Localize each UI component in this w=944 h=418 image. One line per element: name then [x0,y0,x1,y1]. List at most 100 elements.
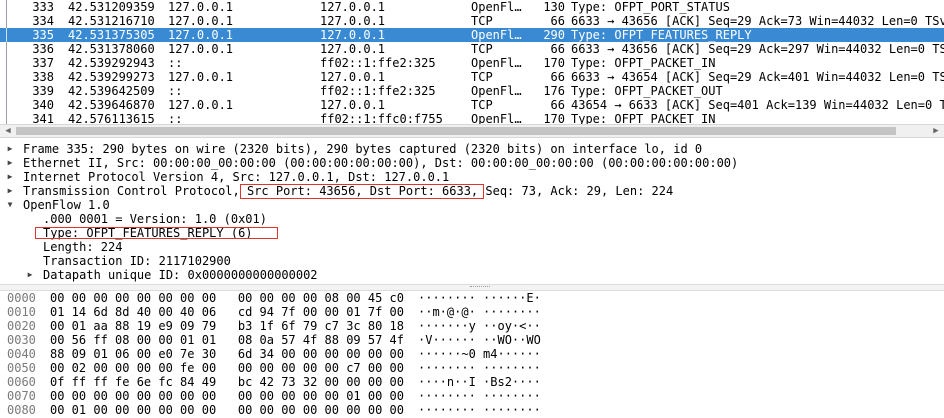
byte-offset: 0060 [7,375,36,389]
byte-ascii: ······~0 m4······ [418,347,541,361]
detail-ethernet[interactable]: ▶ Ethernet II, Src: 00:00:00_00:00:00 (0… [0,156,944,170]
detail-xid-label: Transaction ID: 2117102900 [43,254,231,268]
byte-row[interactable]: 0040 88 09 01 06 00 e0 7e 30 6d 34 00 00 … [0,347,944,361]
packet-info: Type: OFPT_PACKET_IN [571,112,716,124]
byte-hex: 00 56 ff 08 00 00 01 01 08 0a 57 4f 88 0… [50,333,405,347]
packet-no: 339 [32,84,54,98]
detail-openflow[interactable]: ▼ OpenFlow 1.0 [0,198,944,212]
detail-type[interactable]: Type: OFPT_FEATURES_REPLY (6) [0,226,944,240]
packet-source: :: [168,112,183,124]
byte-offset: 0080 [7,403,36,417]
packet-protocol: TCP [471,42,493,56]
packet-row[interactable]: 341 42.576113615:: ff02::1:ffc0:f755 OpenFl… [0,112,944,124]
packet-time: 42.531375305 [68,28,155,42]
packet-length: 66 [550,42,565,56]
packet-row[interactable]: 334 42.531216710 127.0.0.1 127.0.0.1 TCP 66 66… [0,14,944,28]
packet-details-pane[interactable]: ▶ Frame 335: 290 bytes on wire (2320 bit… [0,142,944,284]
row-indicator-line [6,0,7,14]
detail-frame[interactable]: ▶ Frame 335: 290 bytes on wire (2320 bit… [0,142,944,156]
expand-arrow-icon[interactable]: ▶ [5,142,15,156]
scroll-left-arrow-icon[interactable]: ◀ [1,125,15,137]
packet-source: 127.0.0.1 [168,98,234,112]
packet-row[interactable]: 336 42.531378060 127.0.0.1 127.0.0.1 TCP 66 66… [0,42,944,56]
row-indicator-line [6,98,7,112]
packet-source: 127.0.0.1 [168,0,234,14]
packet-time: 42.539292943 [68,56,155,70]
detail-length[interactable]: Length: 224 [0,240,944,254]
expand-arrow-icon[interactable]: ▶ [5,156,15,170]
expand-arrow-icon[interactable]: ▶ [25,268,35,282]
packet-row[interactable]: 340 42.539646870 127.0.0.1 127.0.0.1 TCP 66 43… [0,98,944,112]
packet-source: 127.0.0.1 [168,70,234,84]
packet-protocol: OpenFl… [471,0,522,14]
byte-offset: 0010 [7,305,36,319]
packet-row[interactable]: 333 42.531209359 127.0.0.1 127.0.0.1 OpenFl…… [0,0,944,14]
detail-datapath[interactable]: ▶ Datapath unique ID: 0x0000000000000002 [0,268,944,282]
byte-row[interactable]: 0000 00 00 00 00 00 00 00 00 00 00 00 00 … [0,291,944,305]
row-indicator-line [6,14,7,28]
collapse-arrow-icon[interactable]: ▼ [5,198,15,212]
packet-length: 66 [550,14,565,28]
packet-destination: ff02::1:ffc0:f755 [320,112,443,124]
row-indicator-line [6,42,7,56]
expand-arrow-icon[interactable]: ▶ [5,170,15,184]
byte-row[interactable]: 0060 0f ff ff fe 6e fc 84 49 bc 42 73 32 … [0,375,944,389]
packet-length: 66 [550,70,565,84]
row-indicator-line [6,84,7,98]
detail-ip[interactable]: ▶ Internet Protocol Version 4, Src: 127.… [0,170,944,184]
scroll-right-arrow-icon[interactable]: ▶ [929,125,943,137]
byte-ascii: ·V······ ··WO··WO [418,333,541,347]
packet-row[interactable]: 338 42.539299273 127.0.0.1 127.0.0.1 TCP 66 66… [0,70,944,84]
byte-offset: 0020 [7,319,36,333]
byte-row[interactable]: 0050 00 02 00 00 00 00 fe 00 00 00 00 00 … [0,361,944,375]
byte-row[interactable]: 0070 00 00 00 00 00 00 00 00 00 00 00 00 … [0,389,944,403]
packet-no: 333 [32,0,54,14]
byte-row[interactable]: 0010 01 14 6d 8d 40 00 40 06 cd 94 7f 00 … [0,305,944,319]
packet-bytes-pane[interactable]: 0000 00 00 00 00 00 00 00 00 00 00 00 00 … [0,291,944,418]
byte-row[interactable]: 0030 00 56 ff 08 00 00 01 01 08 0a 57 4f … [0,333,944,347]
packet-list[interactable]: 333 42.531209359 127.0.0.1 127.0.0.1 OpenFl…… [0,0,944,124]
byte-offset: 0070 [7,389,36,403]
packet-protocol: OpenFl… [471,84,522,98]
packet-list-hscrollbar[interactable]: ◀ ▶ [0,124,944,138]
packet-info: 6633 → 43656 [ACK] Seq=29 Ack=297 Win=44… [571,42,944,56]
packet-row[interactable]: 335 42.531375305 127.0.0.1 127.0.0.1 OpenFl…… [0,28,944,42]
byte-hex: 00 00 00 00 00 00 00 00 00 00 00 00 00 0… [50,389,405,403]
packet-length: 66 [550,98,565,112]
packet-protocol: TCP [471,98,493,112]
detail-tcp[interactable]: ▶ Transmission Control Protocol, Src Por… [0,184,944,199]
detail-xid[interactable]: Transaction ID: 2117102900 [0,254,944,268]
byte-offset: 0040 [7,347,36,361]
byte-row[interactable]: 0020 00 01 aa 88 19 e9 09 79 b3 1f 6f 79 … [0,319,944,333]
packet-row[interactable]: 337 42.539292943:: ff02::1:ffe2:325 OpenFl…… [0,56,944,70]
packet-info: 6633 → 43656 [ACK] Seq=29 Ack=73 Win=440… [571,14,944,28]
byte-row[interactable]: 0080 00 01 00 00 00 00 00 00 00 00 00 00 … [0,403,944,417]
splitter-grip[interactable] [470,286,490,290]
byte-hex: 0f ff ff fe 6e fc 84 49 bc 42 73 32 00 0… [50,375,405,389]
packet-no: 338 [32,70,54,84]
packet-protocol: OpenFl… [471,112,522,124]
detail-datapath-label: Datapath unique ID: 0x0000000000000002 [43,268,318,282]
packet-time: 42.539299273 [68,70,155,84]
packet-destination: 127.0.0.1 [320,0,386,14]
byte-hex: 88 09 01 06 00 e0 7e 30 6d 34 00 00 00 0… [50,347,405,361]
byte-offset: 0050 [7,361,36,375]
packet-protocol: OpenFl… [471,28,522,42]
detail-version[interactable]: .000 0001 = Version: 1.0 (0x01) [0,212,944,226]
scrollbar-thumb[interactable] [16,127,896,135]
packet-source: 127.0.0.1 [168,14,234,28]
packet-row[interactable]: 339 42.539642509:: ff02::1:ffe2:325 OpenFl…… [0,84,944,98]
packet-destination: ff02::1:ffe2:325 [320,84,436,98]
packet-info: 43654 → 6633 [ACK] Seq=401 Ack=139 Win=4… [571,98,944,112]
byte-ascii: ········ ········ [418,361,541,375]
expand-arrow-icon[interactable]: ▶ [5,184,15,198]
packet-length: 130 [543,0,565,14]
packet-no: 335 [32,28,54,42]
packet-info: Type: OFPT_PACKET_IN [571,56,716,70]
byte-offset: 0030 [7,333,36,347]
detail-frame-label: Frame 335: 290 bytes on wire (2320 bits)… [23,142,703,156]
packet-rows: 333 42.531209359 127.0.0.1 127.0.0.1 OpenFl…… [0,0,944,124]
packet-destination: 127.0.0.1 [320,42,386,56]
pane-splitter[interactable] [0,284,944,291]
packet-no: 340 [32,98,54,112]
